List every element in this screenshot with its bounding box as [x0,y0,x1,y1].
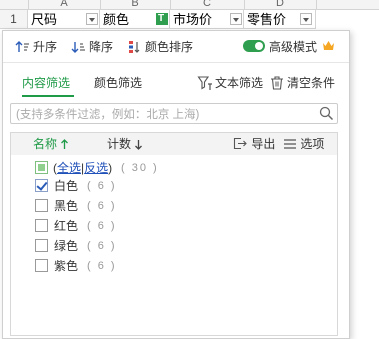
sheet-background [351,30,379,339]
item-count: ( 6 ) [87,220,117,232]
item-checkbox[interactable] [35,179,48,192]
filter-dropdown-button[interactable] [86,13,98,25]
divider [3,62,349,63]
search-icon[interactable] [319,106,334,121]
select-all-label: (全选|反选) [53,160,112,176]
list-header: 名称 计数 导出 选项 [11,133,337,155]
sort-by-name-header[interactable]: 名称 [33,137,69,151]
item-label: 紫色 [54,259,79,273]
options-label: 选项 [300,137,325,151]
sort-descending-button[interactable]: 降序 [71,38,123,56]
item-label: 白色 [54,179,79,193]
text-filter-icon [197,76,212,90]
export-button[interactable]: 导出 [233,137,275,151]
column-header-row: A B C D [0,0,379,10]
tab-color-filter[interactable]: 颜色筛选 [94,75,142,91]
name-column-label: 名称 [33,137,58,151]
crown-icon [323,41,334,50]
filter-active-button[interactable]: T [156,13,168,25]
filter-dropdown-button[interactable] [230,13,242,25]
search-placeholder: (支持多条件过滤，例如：北京 上海) [16,109,200,121]
header-cell-label: 颜色 [103,12,130,27]
item-checkbox[interactable] [35,239,48,252]
export-label: 导出 [251,137,276,151]
tab-content-filter[interactable]: 内容筛选 [22,75,70,91]
toggle-knob [255,42,263,50]
sort-by-count-header[interactable]: 计数 [107,137,143,151]
color-sort-button[interactable]: 颜色排序 [127,38,201,56]
filter-funnel-icon: T [158,13,165,24]
value-list: 名称 计数 导出 选项 (全选|反选) (30) 白色 (6) 黑色 (… [10,132,338,336]
clear-conditions-label: 清空条件 [287,76,336,90]
filter-dropdown-button[interactable] [300,13,312,25]
item-count: ( 6 ) [87,240,117,252]
item-count: ( 6 ) [87,200,117,212]
filter-search-input[interactable]: (支持多条件过滤，例如：北京 上海) [10,103,338,124]
item-checkbox[interactable] [35,259,48,272]
select-all-link[interactable]: 全选 [57,161,81,175]
sort-toolbar: 升序 降序 颜色排序 高级模式 [3,31,349,61]
list-item[interactable]: 白色 ( 6 ) [11,177,337,195]
header-cell-label: 市场价 [173,12,213,27]
item-count: ( 6 ) [87,180,117,192]
item-count: ( 6 ) [87,260,117,272]
sort-desc-icon [71,42,85,53]
color-sort-label: 颜色排序 [145,40,194,54]
item-label: 绿色 [54,239,79,253]
active-tab-indicator [22,95,74,97]
sort-ascending-button[interactable]: 升序 [15,38,67,56]
invert-selection-link[interactable]: 反选 [84,161,108,175]
sort-ascending-label: 升序 [33,40,58,54]
sort-descending-label: 降序 [89,40,114,54]
options-icon [284,139,296,149]
item-label: 红色 [54,219,79,233]
advanced-mode-label: 高级模式 [269,40,318,54]
item-checkbox[interactable] [35,219,48,232]
select-all-row: (全选|反选) ( 30 ) [11,159,337,177]
arrow-down-icon [135,140,143,150]
list-item[interactable]: 黑色 ( 6 ) [11,197,337,215]
export-icon [233,137,247,150]
count-column-label: 计数 [107,137,132,151]
text-filter-label: 文本筛选 [215,76,264,90]
column-letter-d[interactable]: D [244,0,316,10]
color-sort-icon [129,41,140,53]
options-button[interactable]: 选项 [283,137,324,151]
header-cell-label: 零售价 [247,12,287,27]
filter-panel: 升序 降序 颜色排序 高级模式 内容筛选 颜色筛选 文本筛选 清空条件 (支持多… [2,30,350,339]
trash-icon [271,76,283,90]
arrow-up-icon [61,139,69,149]
select-all-count: ( 30 ) [121,162,159,174]
advanced-mode-toggle[interactable] [243,40,265,52]
sheet-row-1: 1 尺码 颜色 T 市场价 零售价 [0,10,379,29]
item-checkbox[interactable] [35,199,48,212]
item-label: 黑色 [54,199,79,213]
select-all-checkbox[interactable] [35,161,48,174]
column-letter-a[interactable]: A [28,0,100,10]
column-letter-c[interactable]: C [170,0,244,10]
sort-asc-icon [15,41,29,52]
column-letter-b[interactable]: B [100,0,170,10]
list-item[interactable]: 绿色 ( 6 ) [11,237,337,255]
list-item[interactable]: 红色 ( 6 ) [11,217,337,235]
header-cell-label: 尺码 [31,12,58,27]
paren-close: ) [108,161,113,175]
column-separator [316,0,317,10]
row-number[interactable]: 1 [0,10,28,29]
list-item[interactable]: 紫色 ( 6 ) [11,257,337,275]
